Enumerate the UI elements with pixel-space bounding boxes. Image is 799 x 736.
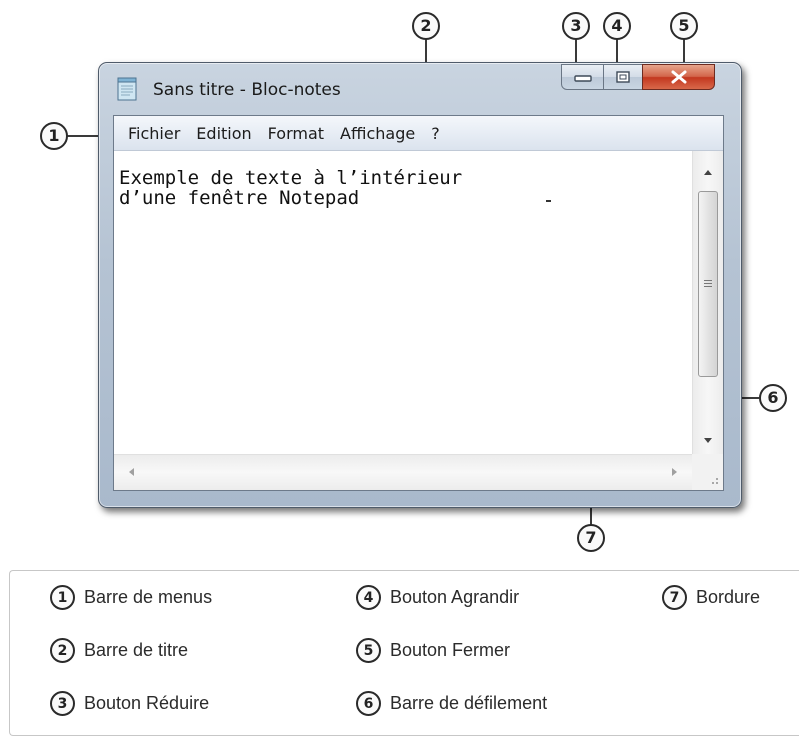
close-x-icon: [671, 70, 686, 84]
legend-callout-7: 7: [662, 585, 687, 610]
text-editor-area[interactable]: Exemple de texte à l’intérieur d’une fenê…: [114, 151, 692, 455]
legend-callout-4: 4: [356, 585, 381, 610]
callout-1: 1: [40, 122, 68, 150]
legend-callout-3: 3: [50, 691, 75, 716]
minimize-button[interactable]: [561, 64, 604, 90]
legend-label-4: Bouton Agrandir: [390, 587, 520, 607]
legend-label-2: Barre de titre: [84, 640, 189, 660]
horizontal-scrollbar[interactable]: [114, 454, 692, 490]
callout-2: 2: [412, 12, 440, 40]
menu-item-affichage[interactable]: Affichage: [332, 124, 423, 143]
diagram-stage: Sans titre - Bloc-notes Fichier Edition …: [0, 0, 799, 736]
notepad-app-icon: [117, 77, 137, 101]
callout-5: 5: [670, 12, 698, 40]
minimize-icon: [573, 75, 592, 82]
legend-item-5: 5 Bouton Fermer: [356, 638, 510, 663]
legend-label-5: Bouton Fermer: [390, 640, 511, 660]
vertical-scrollbar[interactable]: [692, 151, 723, 455]
legend-label-6: Barre de défilement: [390, 693, 548, 713]
legend-callout-5: 5: [356, 638, 381, 663]
legend-item-1: 1 Barre de menus: [50, 585, 212, 610]
callout-6: 6: [759, 384, 787, 412]
text-line-2: d’une fenêtre Notepad: [119, 187, 360, 209]
maximize-icon: [616, 71, 630, 83]
scroll-left-arrow-icon[interactable]: [129, 468, 134, 476]
legend-callout-1: 1: [50, 585, 75, 610]
scroll-up-arrow-icon[interactable]: [704, 170, 712, 175]
menu-bar: Fichier Edition Format Affichage ?: [114, 116, 723, 151]
scroll-grip-icon: [704, 280, 712, 287]
maximize-button[interactable]: [603, 64, 643, 90]
callout-3: 3: [562, 12, 590, 40]
vertical-scroll-thumb[interactable]: [698, 191, 718, 377]
legend-item-7: 7 Bordure: [662, 585, 760, 610]
legend-item-3: 3 Bouton Réduire: [50, 691, 209, 716]
text-cursor: [546, 200, 551, 202]
scroll-right-arrow-icon[interactable]: [672, 468, 677, 476]
legend-box: 1 Barre de menus 2 Barre de titre 3 Bout…: [9, 570, 799, 736]
legend-item-2: 2 Barre de titre: [50, 638, 188, 663]
menu-item-fichier[interactable]: Fichier: [120, 124, 188, 143]
resize-grip-icon[interactable]: [692, 454, 723, 490]
legend-label-1: Barre de menus: [84, 587, 213, 607]
window-title: Sans titre - Bloc-notes: [153, 80, 341, 100]
legend-item-6: 6 Barre de défilement: [356, 691, 547, 716]
callout-7: 7: [577, 524, 605, 552]
leader-line-7: [590, 506, 592, 526]
client-area: Fichier Edition Format Affichage ? Exemp…: [113, 115, 724, 491]
close-button[interactable]: [642, 64, 715, 90]
title-bar[interactable]: Sans titre - Bloc-notes: [99, 63, 741, 115]
legend-label-7: Bordure: [696, 587, 761, 607]
callout-4: 4: [603, 12, 631, 40]
menu-item-help[interactable]: ?: [423, 124, 448, 143]
legend-callout-6: 6: [356, 691, 381, 716]
notepad-window[interactable]: Sans titre - Bloc-notes Fichier Edition …: [98, 62, 742, 508]
menu-item-edition[interactable]: Edition: [188, 124, 259, 143]
text-line-1: Exemple de texte à l’intérieur: [119, 167, 463, 189]
legend-item-4: 4 Bouton Agrandir: [356, 585, 519, 610]
legend-label-3: Bouton Réduire: [84, 693, 210, 713]
legend-callout-2: 2: [50, 638, 75, 663]
scroll-down-arrow-icon[interactable]: [704, 438, 712, 443]
menu-item-format[interactable]: Format: [260, 124, 332, 143]
